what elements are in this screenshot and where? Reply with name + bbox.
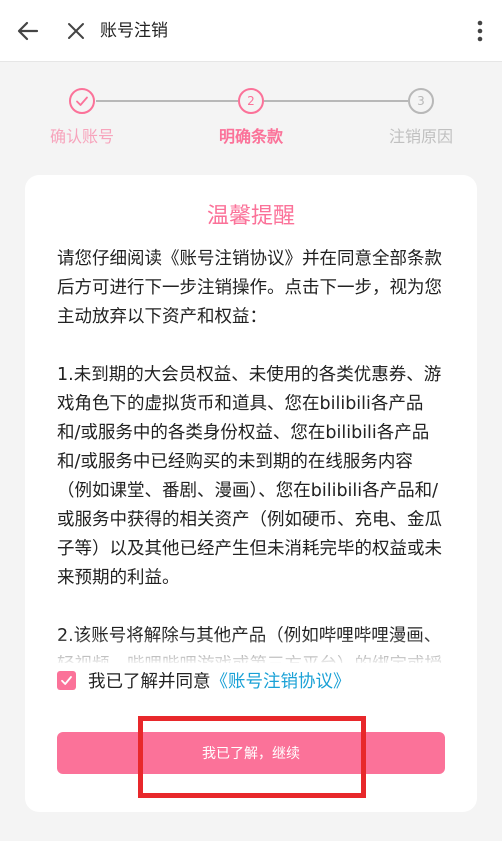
step-1-check-icon bbox=[69, 88, 95, 114]
step-1-label: 确认账号 bbox=[49, 127, 114, 146]
agree-checkbox[interactable] bbox=[57, 670, 76, 690]
close-icon[interactable] bbox=[64, 19, 88, 43]
more-vertical-icon[interactable] bbox=[470, 17, 490, 45]
step-3-label: 注销原因 bbox=[388, 127, 453, 146]
notice-body[interactable]: 请您仔细阅读《账号注销协议》并在同意全部条款后方可进行下一步注销操作。点击下一步… bbox=[57, 245, 442, 663]
notice-intro: 请您仔细阅读《账号注销协议》并在同意全部条款后方可进行下一步注销操作。点击下一步… bbox=[57, 249, 442, 327]
agreement-link[interactable]: 《账号注销协议》 bbox=[211, 668, 351, 693]
notice-item-1: 1.未到期的大会员权益、未使用的各类优惠券、游戏角色下的虚拟货币和道具、您在bi… bbox=[57, 365, 442, 588]
agree-text: 我已了解并同意 bbox=[88, 671, 211, 692]
checkmark-icon bbox=[61, 675, 72, 685]
annotation-highlight-box bbox=[138, 716, 366, 798]
step-3-circle: 3 bbox=[408, 88, 434, 114]
step-connector bbox=[264, 100, 408, 102]
notice-heading: 温馨提醒 bbox=[206, 204, 295, 229]
page-title: 账号注销 bbox=[100, 21, 168, 41]
scroll-fade bbox=[25, 635, 477, 665]
step-2-label: 明确条款 bbox=[218, 127, 283, 146]
step-2-circle: 2 bbox=[238, 88, 264, 114]
agreement-row[interactable]: 我已了解并同意 《账号注销协议》 bbox=[57, 668, 351, 692]
arrow-left-icon[interactable] bbox=[14, 17, 42, 45]
app-bar: 账号注销 bbox=[0, 0, 502, 62]
step-connector bbox=[96, 100, 238, 102]
